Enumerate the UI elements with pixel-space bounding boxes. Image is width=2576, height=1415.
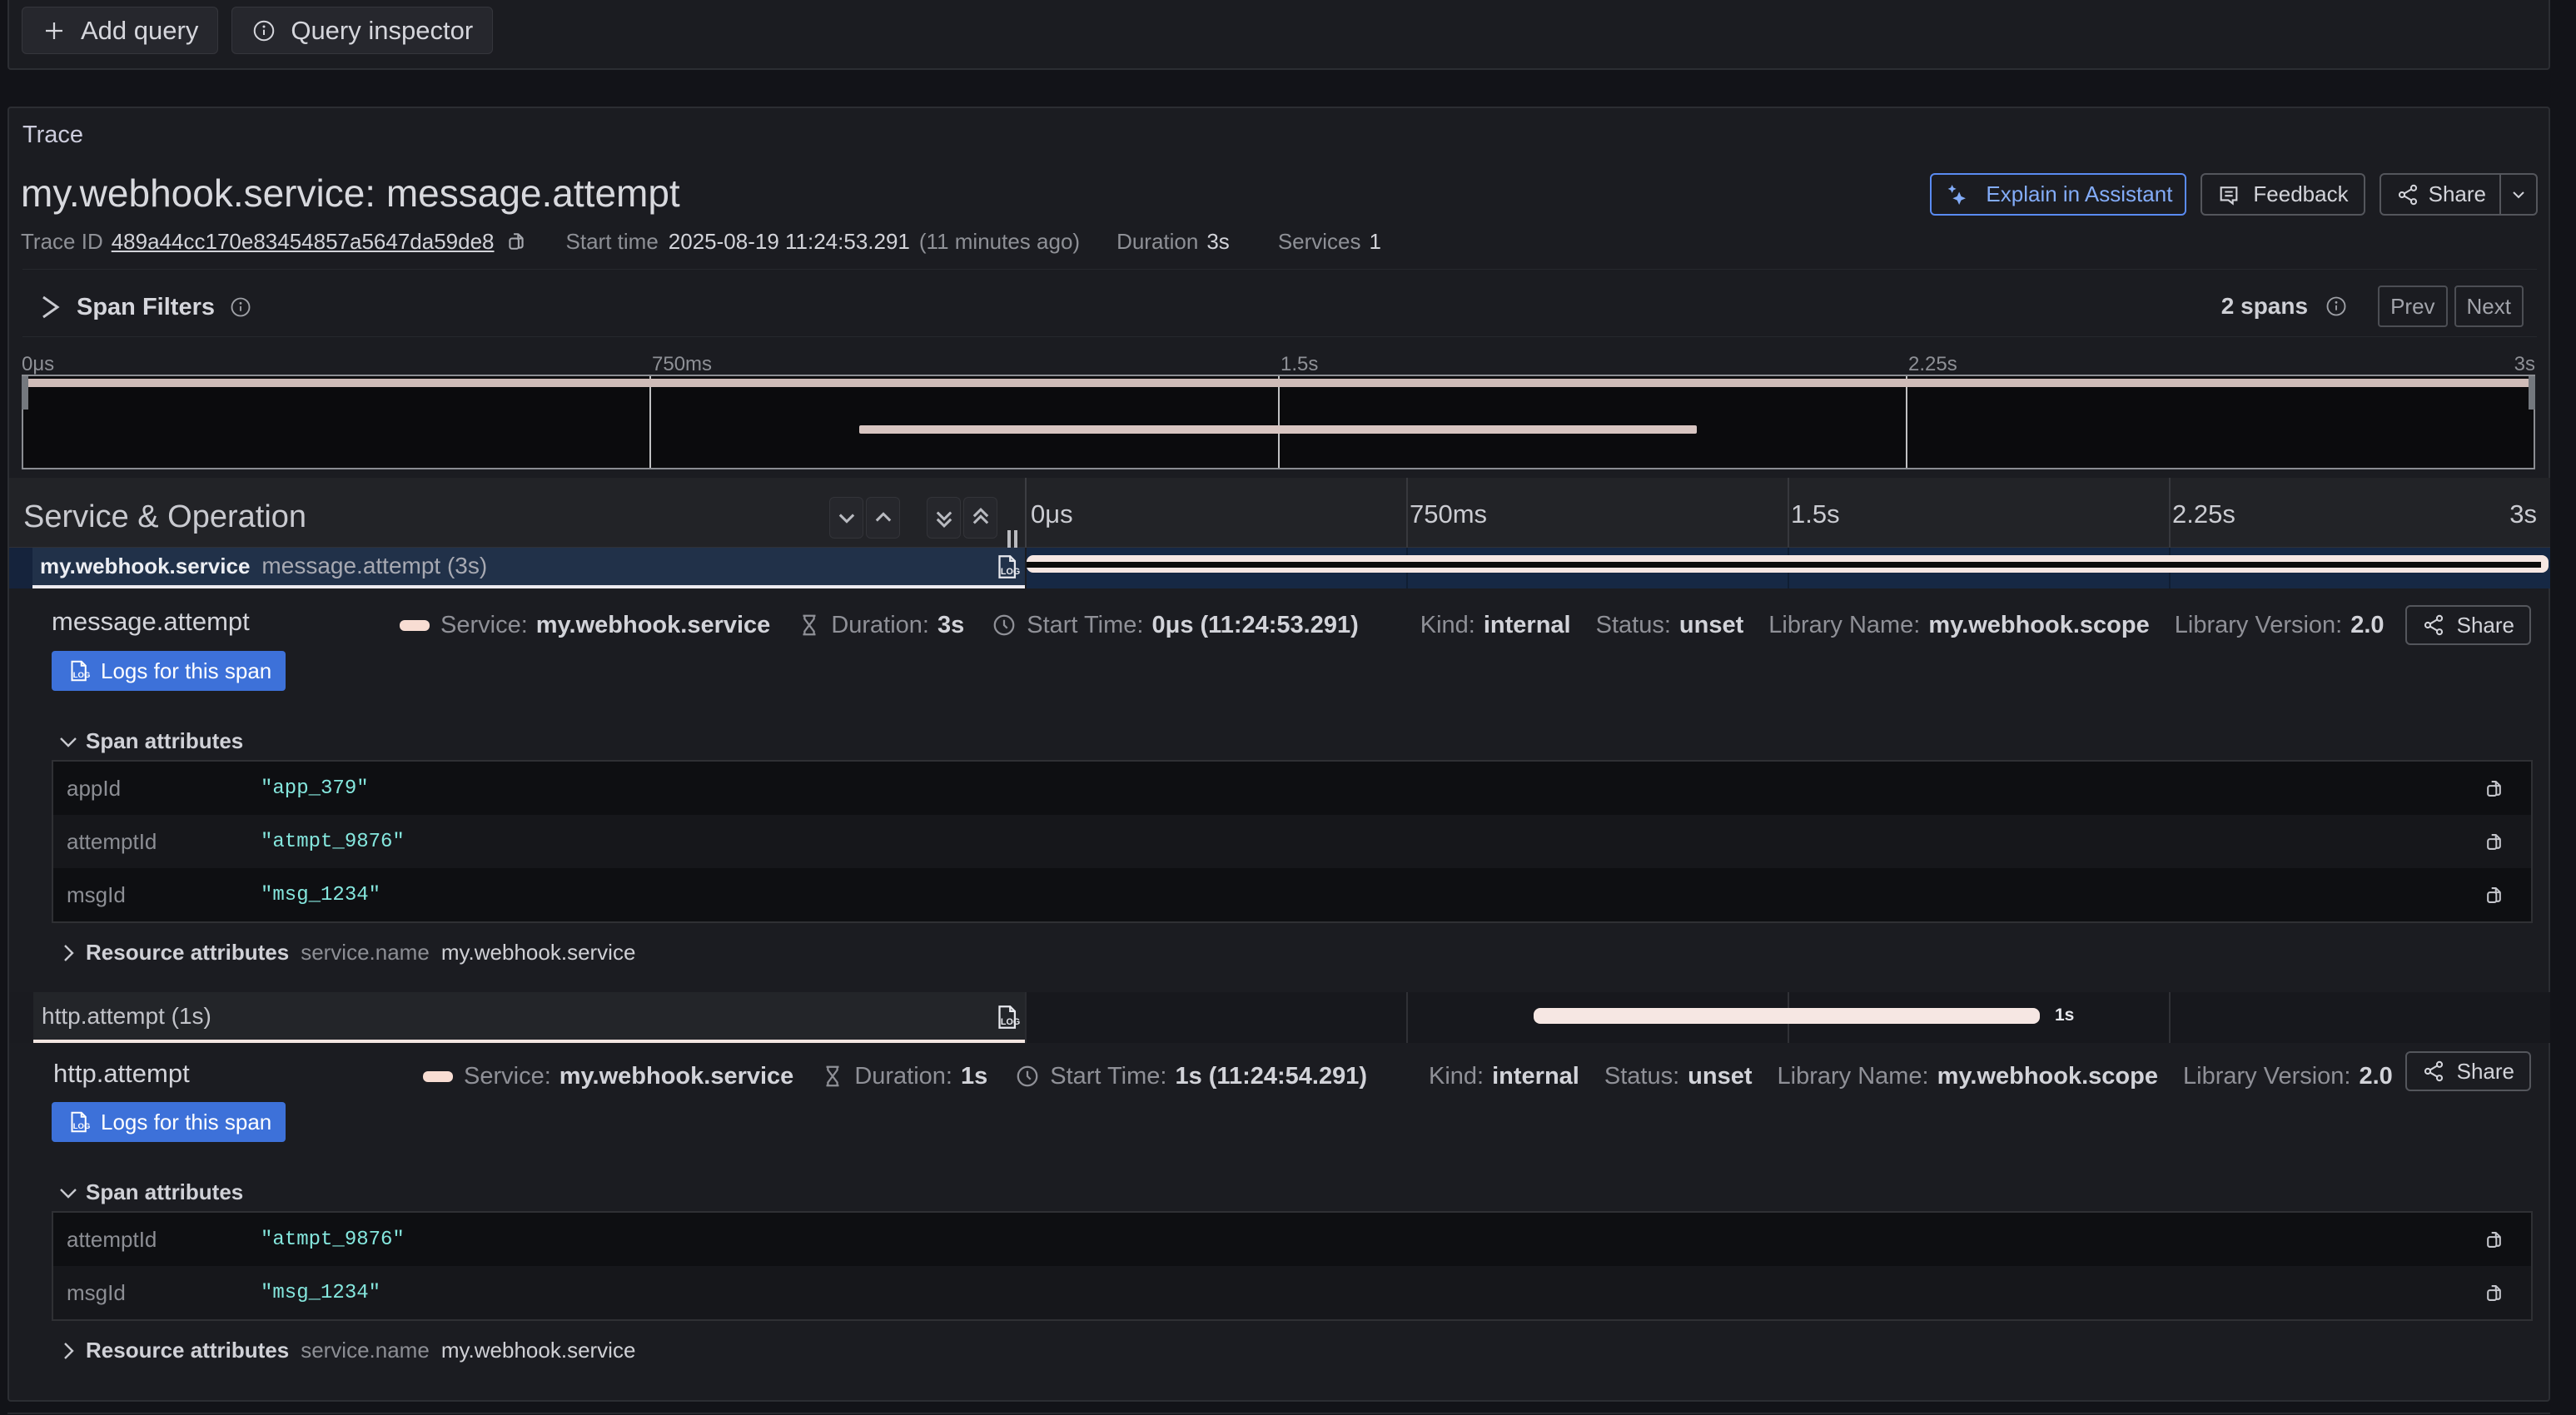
svg-text:LOG: LOG — [1001, 1017, 1020, 1027]
svg-text:LOG: LOG — [73, 671, 91, 680]
svg-text:LOG: LOG — [1001, 567, 1020, 577]
svg-text:LOG: LOG — [73, 1122, 91, 1131]
